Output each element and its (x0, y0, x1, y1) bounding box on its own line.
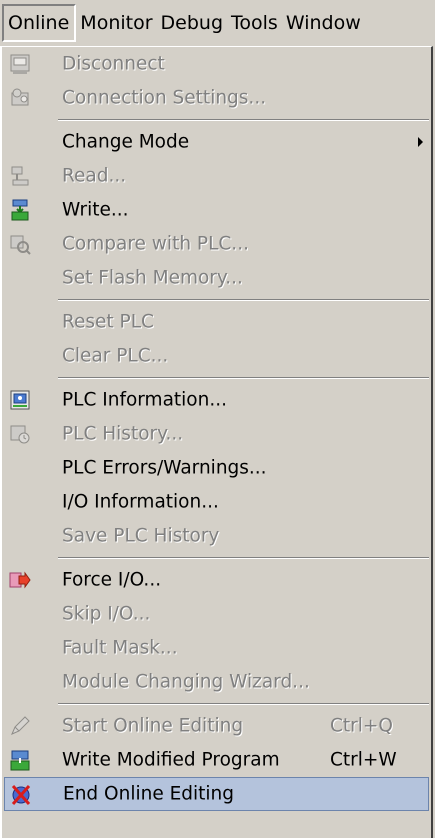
menu-separator (2, 115, 431, 125)
menu-item-label: PLC Errors/Warnings... (62, 457, 267, 479)
menu-bar: Online Monitor Debug Tools Window (0, 0, 435, 46)
menu-item-start-online-editing[interactable]: Start Online Editing Ctrl+Q (2, 709, 431, 743)
menu-separator (2, 295, 431, 305)
application-window: Online Monitor Debug Tools Window Discon… (0, 0, 435, 838)
menu-item-label: Save PLC History (62, 525, 220, 547)
menu-item-set-flash-memory[interactable]: Set Flash Memory... (2, 261, 431, 295)
write-icon (11, 199, 29, 221)
menu-item-module-changing-wizard[interactable]: Module Changing Wizard... (2, 665, 431, 699)
menu-item-label: Reset PLC (62, 311, 154, 333)
menu-online-label: Online (8, 12, 70, 34)
menu-item-plc-errors-warnings[interactable]: PLC Errors/Warnings... (2, 451, 431, 485)
menu-item-read[interactable]: Read... (2, 159, 431, 193)
menu-item-label: Write... (62, 199, 129, 221)
menu-window-label: Window (285, 12, 361, 34)
menu-item-label: Disconnect (62, 53, 165, 75)
menu-item-write[interactable]: Write... (2, 193, 431, 227)
menu-item-compare-with-plc[interactable]: Compare with PLC... (2, 227, 431, 261)
connection-settings-icon (11, 88, 29, 106)
menu-item-write-modified-program[interactable]: Write Modified Program Ctrl+W (2, 743, 431, 777)
menu-item-label: Force I/O... (62, 569, 162, 591)
menu-tools[interactable]: Tools (227, 4, 282, 42)
shortcut-label: Ctrl+W (330, 749, 397, 771)
menu-item-reset-plc[interactable]: Reset PLC (2, 305, 431, 339)
force-io-icon (9, 571, 31, 589)
menu-item-label: Start Online Editing (62, 715, 244, 737)
menu-window[interactable]: Window (282, 4, 361, 42)
menu-debug[interactable]: Debug (157, 4, 227, 42)
menu-item-fault-mask[interactable]: Fault Mask... (2, 631, 431, 665)
menu-item-end-online-editing[interactable]: End Online Editing (4, 777, 429, 811)
submenu-arrow-icon (418, 137, 423, 147)
menu-separator (2, 699, 431, 709)
end-online-editing-icon (11, 785, 31, 805)
menu-tools-label: Tools (231, 12, 278, 34)
menu-item-label: I/O Information... (62, 491, 219, 513)
menu-item-label: Compare with PLC... (62, 233, 249, 255)
menu-item-label: Connection Settings... (62, 87, 267, 109)
start-online-editing-icon (11, 716, 30, 735)
menu-item-save-plc-history[interactable]: Save PLC History (2, 519, 431, 553)
menu-debug-label: Debug (160, 12, 224, 34)
menu-item-label: PLC Information... (62, 389, 227, 411)
menu-item-label: Set Flash Memory... (62, 267, 243, 289)
menu-separator (2, 553, 431, 563)
menu-item-label: Skip I/O... (62, 603, 151, 625)
menu-item-plc-information[interactable]: PLC Information... (2, 383, 431, 417)
menu-item-change-mode[interactable]: Change Mode (2, 125, 431, 159)
menu-item-label: Change Mode (62, 131, 190, 153)
compare-icon (10, 235, 31, 255)
menu-item-plc-history[interactable]: PLC History... (2, 417, 431, 451)
menu-item-label: PLC History... (62, 423, 184, 445)
menu-monitor[interactable]: Monitor (76, 4, 156, 42)
menu-item-force-io[interactable]: Force I/O... (2, 563, 431, 597)
menu-item-disconnect[interactable]: Disconnect (2, 47, 431, 81)
menu-item-io-information[interactable]: I/O Information... (2, 485, 431, 519)
menu-item-label: Module Changing Wizard... (62, 671, 310, 693)
menu-item-connection-settings[interactable]: Connection Settings... (2, 81, 431, 115)
menu-item-clear-plc[interactable]: Clear PLC... (2, 339, 431, 373)
read-icon (11, 166, 29, 186)
menu-item-label: Fault Mask... (62, 637, 178, 659)
disconnect-icon (10, 54, 30, 74)
menu-item-label: Write Modified Program (62, 749, 280, 771)
menu-separator (2, 373, 431, 383)
menu-item-label: Read... (62, 165, 127, 187)
online-dropdown-menu: Disconnect Connection Settings... Change… (0, 46, 433, 838)
menu-online[interactable]: Online (2, 4, 77, 42)
menu-item-label: End Online Editing (63, 783, 235, 805)
menu-item-skip-io[interactable]: Skip I/O... (2, 597, 431, 631)
plc-history-icon (10, 425, 30, 444)
shortcut-label: Ctrl+Q (330, 715, 393, 737)
menu-monitor-label: Monitor (80, 12, 153, 34)
write-modified-program-icon (10, 750, 30, 771)
menu-item-label: Clear PLC... (62, 345, 169, 367)
plc-information-icon (10, 390, 30, 410)
